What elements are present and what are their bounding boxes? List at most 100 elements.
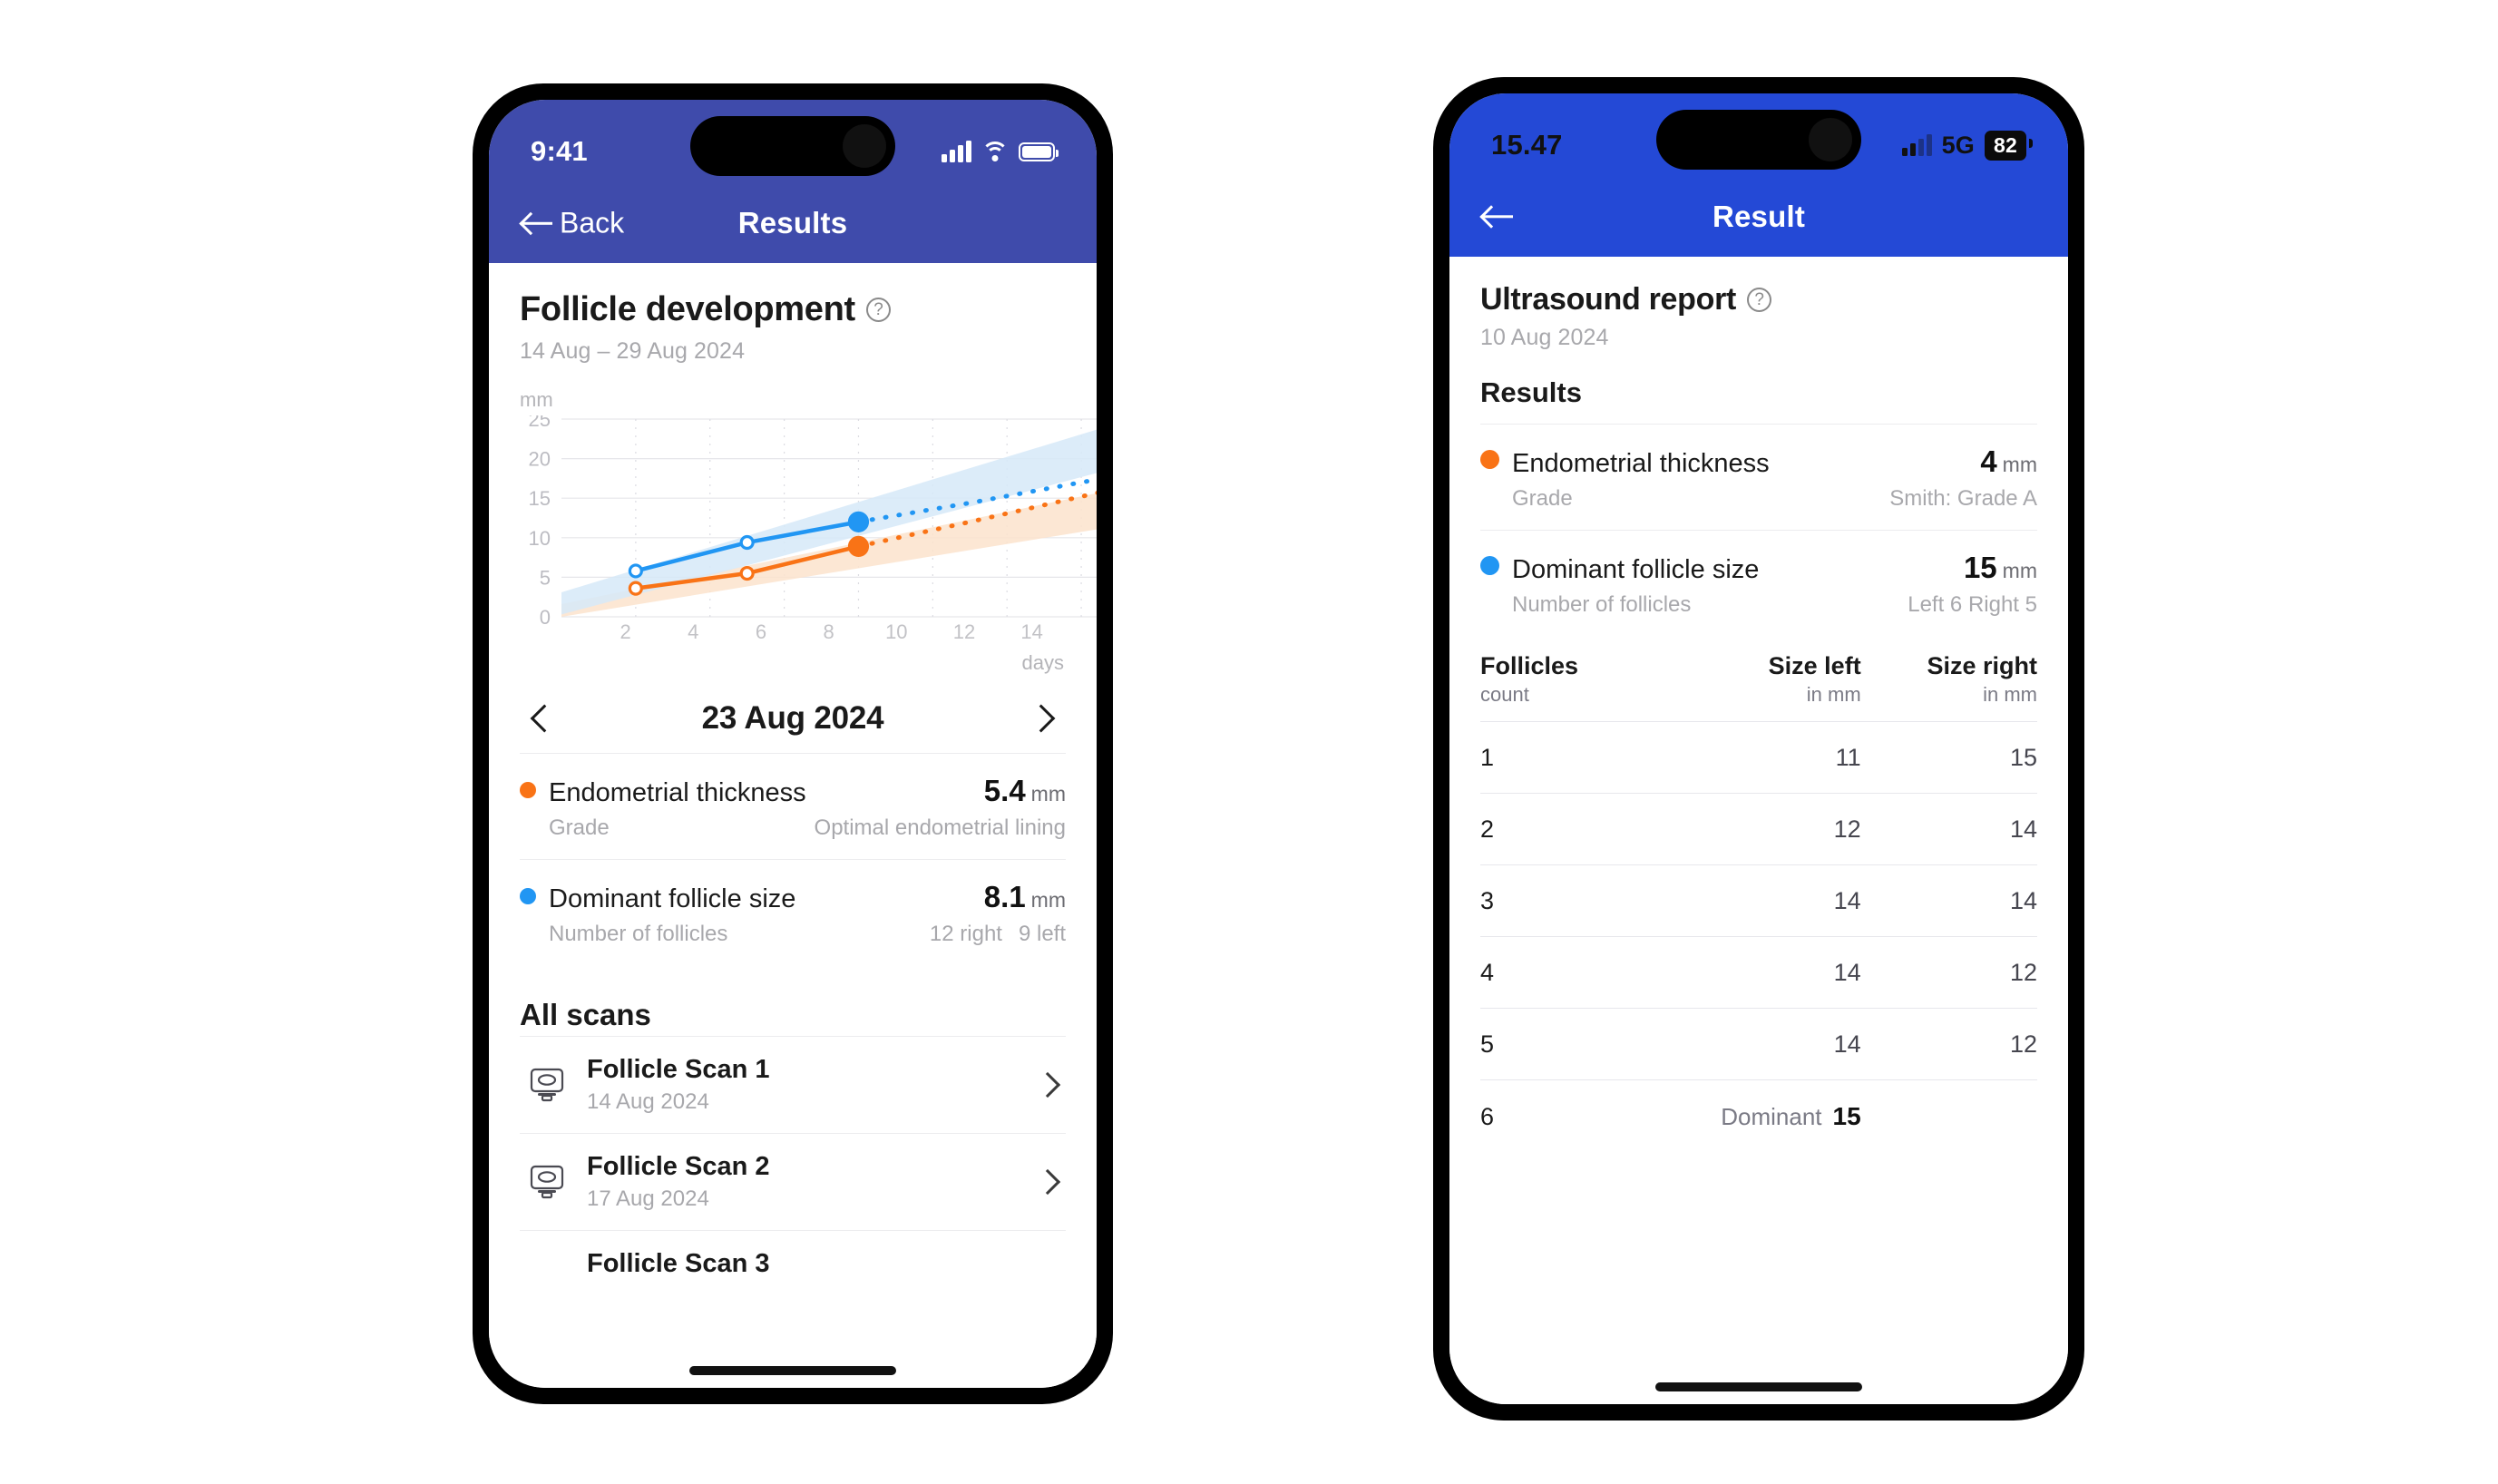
metric-sub-value: Smith: Grade A [1889, 486, 2037, 511]
nav-title-right: Result [1712, 200, 1806, 233]
metric-name: Dominant follicle size [1512, 555, 1760, 584]
metric-value: 8.1 [983, 880, 1026, 913]
metric-name: Endometrial thickness [1512, 449, 1770, 478]
metric-secondary-line: Number of follicles 12 right 9 left [520, 922, 1066, 947]
scan-text-group: Follicle Scan 3 [527, 1249, 1060, 1279]
metric-unit: mm [2002, 559, 2037, 582]
ultrasound-monitor-icon [527, 1162, 567, 1202]
table-cell-right: 14 [1860, 793, 2037, 865]
report-date: 10 Aug 2024 [1480, 325, 1609, 350]
arrow-left-icon [1482, 203, 1515, 230]
follicles-table: Follicles count Size left in mm Size rig… [1480, 652, 2037, 1152]
arrow-left-icon [522, 210, 554, 237]
ultrasound-monitor-icon [527, 1065, 567, 1105]
back-button[interactable] [1482, 203, 1515, 230]
nav-bar-right: Result [1449, 177, 2068, 257]
dominant-label: Dominant [1721, 1103, 1822, 1130]
table-cell-left: 11 [1636, 721, 1861, 794]
chart-x-tick: 6 [755, 620, 767, 643]
metric-row-dominant-follicle-size[interactable]: Dominant follicle size 15 mm Number of f… [1480, 530, 2037, 636]
metric-sub-label: Number of follicles [549, 922, 728, 946]
metric-row-endometrial-thickness[interactable]: Endometrial thickness 4 mm Grade Smith: … [1480, 424, 2037, 530]
metric-sub-label: Number of follicles [1512, 592, 1692, 617]
question-mark-circle-icon[interactable]: ? [1747, 288, 1772, 312]
table-cell-count: 4 [1480, 936, 1637, 1009]
metric-name: Dominant follicle size [549, 884, 796, 913]
metric-value: 15 [1963, 551, 1997, 584]
dynamic-island [1656, 110, 1861, 170]
svg-text:10: 10 [529, 527, 551, 550]
page-title: Follicle development ? [520, 290, 1066, 329]
chart-x-tick: 2 [620, 620, 631, 643]
chart-x-tick: 4 [688, 620, 699, 643]
svg-text:20: 20 [529, 448, 551, 471]
metric-secondary-line: Grade Optimal endometrial lining [520, 815, 1066, 841]
scan-list-item[interactable]: Follicle Scan 1 14 Aug 2024 [520, 1036, 1066, 1133]
scan-text-group: Follicle Scan 2 17 Aug 2024 [587, 1152, 1017, 1212]
metric-primary-line: Endometrial thickness 4 mm [1480, 444, 2037, 479]
metric-unit: mm [1030, 888, 1066, 912]
metric-row-endometrial-thickness[interactable]: Endometrial thickness 5.4 mm Grade Optim… [520, 753, 1066, 859]
scan-date: 14 Aug 2024 [587, 1089, 709, 1114]
table-cell-right: 12 [1860, 1008, 2037, 1080]
selected-date-label: 23 Aug 2024 [701, 700, 884, 736]
table-header: Follicles count Size left in mm Size rig… [1480, 652, 2037, 722]
question-mark-circle-icon[interactable]: ? [865, 298, 891, 322]
chevron-left-icon[interactable] [527, 703, 558, 734]
table-row: 3 14 14 [1480, 864, 2037, 937]
table-cell-left: 14 [1636, 864, 1861, 937]
scan-list-item[interactable]: Follicle Scan 2 17 Aug 2024 [520, 1133, 1066, 1230]
phone-device-right: 15.47 5G 82 Result Ultrasound report ? 1… [1433, 77, 2084, 1421]
status-dot-blue [1480, 556, 1499, 575]
table-cell-count: 5 [1480, 1008, 1637, 1080]
date-range-label: 14 Aug – 29 Aug 2024 [520, 338, 746, 364]
metric-primary-line: Endometrial thickness 5.4 mm [520, 774, 1066, 808]
column-header-sub: in mm [1806, 683, 1861, 706]
chevron-right-icon[interactable] [1037, 1170, 1060, 1194]
table-header-row: Follicles count Size left in mm Size rig… [1480, 652, 2037, 722]
table-cell-dominant: Dominant 15 [1636, 1079, 1861, 1152]
scan-name: Follicle Scan 2 [587, 1152, 770, 1181]
right-header-area: 15.47 5G 82 Result [1449, 93, 2068, 257]
screenshot-stage: 9:41 Back Results Follicle development ?… [0, 0, 2498, 1484]
table-cell-right [1860, 1079, 2037, 1152]
nav-bar-left: Back Results [489, 183, 1097, 263]
metric-name: Endometrial thickness [549, 778, 806, 807]
metric-secondary-line: Grade Smith: Grade A [1480, 486, 2037, 512]
back-button-label: Back [560, 206, 625, 239]
right-content: Ultrasound report ? 10 Aug 2024 Results … [1449, 257, 2068, 1404]
back-button[interactable]: Back [522, 207, 624, 240]
chevron-right-icon[interactable] [1037, 1073, 1060, 1097]
follicle-development-chart: mm 0 5 10 15 20 25 2 4 6 8 10 12 14 days [520, 388, 1097, 674]
table-cell-right: 12 [1860, 936, 2037, 1009]
table-body: 1 11 15 2 12 14 3 14 14 4 14 12 5 14 12 6 Dominant 15 [1480, 721, 2037, 1152]
chart-x-axis: 2 4 6 8 10 12 14 [520, 620, 1066, 657]
table-row: 5 14 12 [1480, 1008, 2037, 1080]
column-header-size-left: Size left in mm [1637, 652, 1861, 722]
report-title: Ultrasound report ? [1480, 282, 2037, 317]
status-bar-left: 9:41 [489, 100, 1097, 183]
scan-list-item-partial[interactable]: Follicle Scan 3 [520, 1230, 1066, 1297]
table-cell-left: 14 [1636, 936, 1861, 1009]
chart-x-unit-label: days [1021, 651, 1064, 674]
status-time: 15.47 [1491, 129, 1563, 161]
metric-sub-label: Grade [1512, 486, 1573, 511]
cellular-signal-icon [1901, 134, 1932, 156]
dominant-value: 15 [1832, 1102, 1861, 1130]
metric-sub-value-left: 9 left [1018, 922, 1066, 946]
status-bar-right: 15.47 5G 82 [1449, 93, 2068, 177]
chevron-right-icon[interactable] [1028, 703, 1059, 734]
metric-value: 5.4 [983, 774, 1026, 807]
table-row-dominant: 6 Dominant 15 [1480, 1079, 2037, 1152]
scan-name: Follicle Scan 1 [587, 1055, 770, 1084]
metric-row-dominant-follicle-size[interactable]: Dominant follicle size 8.1 mm Number of … [520, 859, 1066, 965]
metric-value: 4 [1980, 444, 1997, 478]
svg-text:5: 5 [540, 566, 551, 589]
status-dot-orange [1480, 450, 1499, 469]
status-icons [942, 141, 1059, 162]
table-cell-right: 14 [1860, 864, 2037, 937]
home-indicator [689, 1366, 896, 1375]
cellular-signal-icon [942, 141, 971, 162]
date-stepper: 23 Aug 2024 [520, 700, 1066, 737]
battery-level-badge: 82 [1985, 130, 2033, 161]
